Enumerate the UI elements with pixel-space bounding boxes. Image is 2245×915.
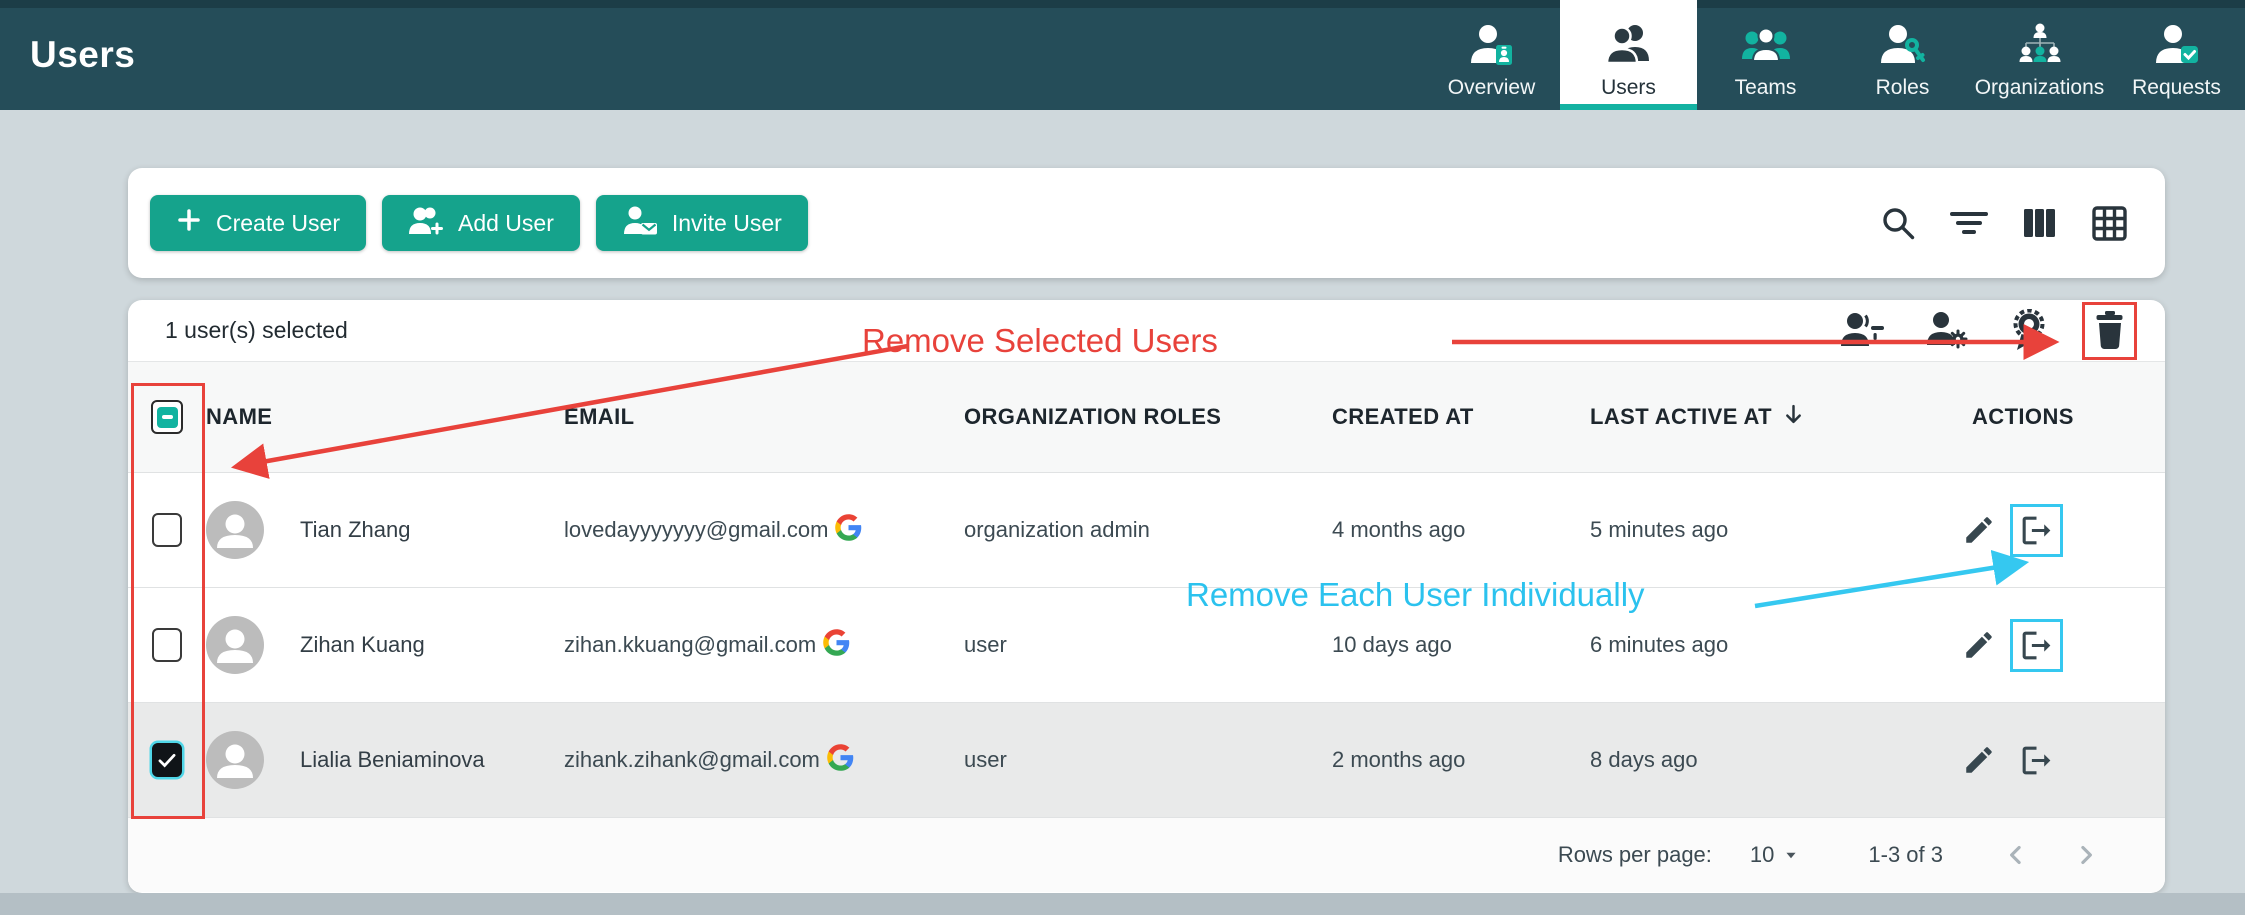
selection-count: 1 user(s) selected: [165, 317, 348, 344]
tab-label: Organizations: [1975, 76, 2105, 100]
role-key-icon: [1879, 24, 1927, 67]
user-settings-icon[interactable]: [1918, 303, 1977, 359]
pagination-bar: Rows per page: 10 1-3 of 3: [128, 817, 2165, 892]
sort-desc-icon: [1780, 401, 1807, 434]
user-name: Tian Zhang: [300, 517, 410, 543]
avatar: [206, 501, 264, 559]
person-add-icon: [408, 205, 444, 242]
app-header: Users Overview Users: [0, 0, 2245, 110]
tab-label: Roles: [1876, 76, 1930, 100]
plus-icon: [176, 207, 202, 239]
delete-icon[interactable]: [2082, 302, 2137, 360]
bottom-strip: [0, 893, 2245, 915]
user-org-role: organization admin: [964, 517, 1332, 543]
google-icon: [822, 628, 851, 663]
nav-tabs: Overview Users Teams: [1423, 0, 2245, 110]
assign-role-icon[interactable]: [2001, 301, 2058, 360]
table-row: Tian Zhang lovedayyyyyyy@gmail.com organ…: [128, 472, 2165, 587]
user-name: Zihan Kuang: [300, 632, 425, 658]
table-header-row: NAME EMAIL ORGANIZATION ROLES CREATED AT…: [128, 362, 2165, 472]
tab-label: Overview: [1448, 76, 1536, 100]
edit-user-icon[interactable]: [1962, 628, 1996, 662]
rows-per-page-select[interactable]: 10: [1750, 842, 1802, 868]
caret-down-icon: [1780, 844, 1802, 866]
user-check-icon: [2154, 24, 2200, 67]
person-mail-icon: [622, 205, 658, 242]
select-all-checkbox[interactable]: [151, 400, 183, 434]
header-checkbox-cell: [128, 400, 206, 434]
edit-user-icon[interactable]: [1962, 513, 1996, 547]
tab-label: Requests: [2132, 76, 2221, 100]
selection-actions: [1832, 301, 2137, 360]
previous-page-icon[interactable]: [2001, 840, 2031, 870]
user-last-active: 6 minutes ago: [1590, 632, 1948, 658]
user-created-at: 2 months ago: [1332, 747, 1590, 773]
users-table: 1 user(s) selected NAME EMAIL ORGANIZATI…: [128, 300, 2165, 893]
user-last-active: 5 minutes ago: [1590, 517, 1948, 543]
column-header-last-active[interactable]: LAST ACTIVE AT: [1590, 401, 1948, 434]
column-header-created[interactable]: CREATED AT: [1332, 404, 1590, 430]
add-user-button[interactable]: Add User: [382, 195, 580, 251]
user-created-at: 4 months ago: [1332, 517, 1590, 543]
google-icon: [834, 513, 863, 548]
selection-bar: 1 user(s) selected: [128, 300, 2165, 362]
row-checkbox[interactable]: [152, 513, 182, 547]
user-created-at: 10 days ago: [1332, 632, 1590, 658]
tab-organizations[interactable]: Organizations: [1971, 0, 2108, 110]
rows-per-page-value: 10: [1750, 842, 1774, 868]
create-user-label: Create User: [216, 210, 340, 237]
invite-user-label: Invite User: [672, 210, 782, 237]
user-org-role: user: [964, 747, 1332, 773]
column-header-email[interactable]: EMAIL: [564, 404, 964, 430]
next-page-icon[interactable]: [2071, 840, 2101, 870]
page-title: Users: [30, 34, 135, 76]
add-user-label: Add User: [458, 210, 554, 237]
edit-user-icon[interactable]: [1962, 743, 1996, 777]
tab-requests[interactable]: Requests: [2108, 0, 2245, 110]
table-row: Zihan Kuang zihan.kkuang@gmail.com user …: [128, 587, 2165, 702]
tab-label: Teams: [1735, 76, 1797, 100]
toolbar: Create User Add User Invite User: [128, 168, 2165, 278]
pager: [2001, 840, 2101, 870]
remove-user-row-icon[interactable]: [2010, 504, 2063, 557]
rows-per-page-label: Rows per page:: [1558, 842, 1712, 868]
org-chart-icon: [2016, 22, 2064, 67]
user-email: zihank.zihank@gmail.com: [564, 747, 820, 773]
user-email: lovedayyyyyyy@gmail.com: [564, 517, 828, 543]
page-range: 1-3 of 3: [1868, 842, 1943, 868]
tab-label: Users: [1601, 76, 1656, 100]
row-checkbox[interactable]: [152, 628, 182, 662]
create-user-button[interactable]: Create User: [150, 195, 366, 251]
column-header-name[interactable]: NAME: [206, 404, 564, 430]
row-checkbox[interactable]: [152, 743, 182, 777]
avatar: [206, 731, 264, 789]
column-header-org-roles[interactable]: ORGANIZATION ROLES: [964, 404, 1332, 430]
tab-roles[interactable]: Roles: [1834, 0, 1971, 110]
table-row: Lialia Beniaminova zihank.zihank@gmail.c…: [128, 702, 2165, 817]
toolbar-icons: [1880, 204, 2129, 243]
remove-user-icon[interactable]: [1832, 304, 1894, 358]
user-last-active: 8 days ago: [1590, 747, 1948, 773]
remove-user-row-icon[interactable]: [2010, 734, 2063, 787]
user-org-role: user: [964, 632, 1332, 658]
teams-icon: [1742, 24, 1790, 67]
user-badge-icon: [1469, 24, 1515, 67]
avatar: [206, 616, 264, 674]
tab-users[interactable]: Users: [1560, 0, 1697, 110]
users-icon: [1606, 24, 1652, 67]
invite-user-button[interactable]: Invite User: [596, 195, 808, 251]
tab-teams[interactable]: Teams: [1697, 0, 1834, 110]
remove-user-row-icon[interactable]: [2010, 619, 2063, 672]
tab-overview[interactable]: Overview: [1423, 0, 1560, 110]
column-header-label: LAST ACTIVE AT: [1590, 404, 1772, 430]
google-icon: [826, 743, 855, 778]
grid-icon[interactable]: [2090, 204, 2129, 243]
columns-icon[interactable]: [2021, 204, 2058, 242]
column-header-actions: ACTIONS: [1948, 404, 2165, 430]
user-name: Lialia Beniaminova: [300, 747, 485, 773]
search-icon[interactable]: [1880, 205, 1917, 242]
user-email: zihan.kkuang@gmail.com: [564, 632, 816, 658]
filter-icon[interactable]: [1949, 204, 1989, 242]
